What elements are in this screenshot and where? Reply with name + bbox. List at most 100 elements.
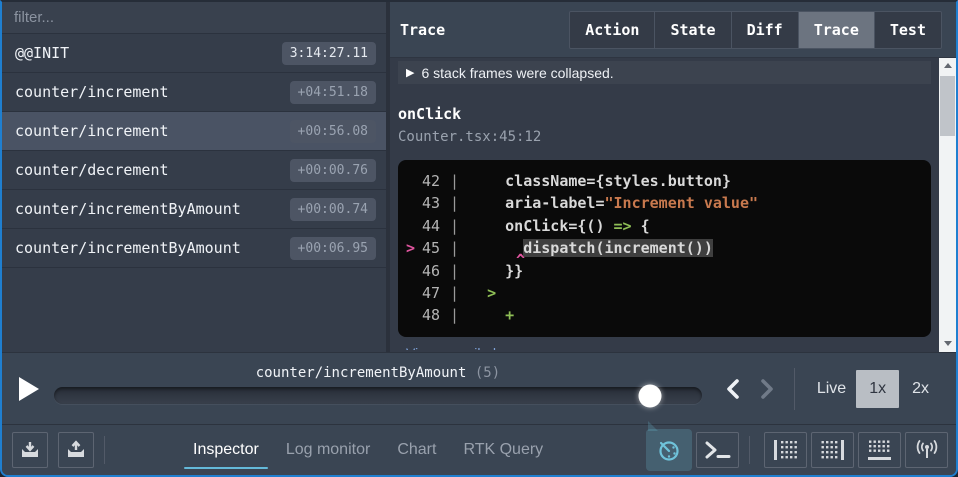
code-line-44: 44| onClick={() => { (398, 215, 931, 237)
current-line-marker: > (398, 237, 414, 259)
monitor-tab-inspector[interactable]: Inspector (193, 425, 259, 475)
code-token: aria-label= (469, 194, 604, 212)
gutter-pipe: | (450, 194, 459, 212)
export-icon (65, 440, 87, 460)
code-token: { (632, 217, 650, 235)
dock-right-button[interactable] (811, 432, 854, 468)
current-line-marker (398, 304, 414, 326)
view-compiled-link[interactable]: View compiled (406, 345, 931, 350)
code-line-47: 47| > (398, 282, 931, 304)
remote-button[interactable] (905, 432, 948, 468)
action-list-item[interactable]: counter/increment+04:51.18 (2, 73, 386, 112)
tab-diff[interactable]: Diff (732, 12, 799, 48)
terminal-icon (705, 441, 731, 459)
code-line-42: 42 | className={styles.button} (398, 170, 931, 192)
play-icon (18, 376, 40, 402)
gutter-pipe: | (450, 172, 459, 190)
import-icon (19, 440, 41, 460)
tab-trace[interactable]: Trace (799, 12, 875, 48)
line-number: 43 (414, 192, 440, 214)
speed-1x-button[interactable]: 1x (856, 370, 899, 408)
action-list-item[interactable]: counter/increment+00:56.08 (2, 112, 386, 151)
scrollbar-thumb[interactable] (940, 76, 955, 136)
code-token: > (487, 284, 496, 302)
trace-scrollbar[interactable] (939, 58, 956, 352)
line-number: 42 (414, 170, 440, 192)
stopwatch-icon (656, 437, 682, 463)
monitor-tab-log-monitor[interactable]: Log monitor (286, 425, 371, 475)
toolbar-right-icons (642, 429, 948, 471)
monitor-tab-rtk-query[interactable]: RTK Query (463, 425, 543, 475)
action-list-item[interactable]: counter/decrement +00:00.76 (2, 151, 386, 190)
current-line-marker (398, 215, 414, 237)
play-button[interactable] (18, 374, 44, 404)
scroll-down-button[interactable] (939, 335, 956, 352)
dock-bottom-button[interactable] (858, 432, 901, 468)
code-token: className={styles.button} (469, 172, 731, 190)
code-token: "Increment value" (605, 194, 759, 212)
trace-tab-group: ActionStateDiffTraceTest (569, 11, 942, 49)
toolbar-divider (749, 436, 750, 464)
action-timestamp-badge: +00:00.76 (290, 159, 376, 182)
playback-bar: counter/incrementByAmount (5) Live 1x 2x (2, 352, 956, 424)
action-list-item[interactable]: @@INIT3:14:27.11 (2, 34, 386, 73)
code-token (469, 284, 487, 302)
step-back-button[interactable] (716, 378, 750, 400)
code-token: onClick={() (469, 217, 614, 235)
redux-devtools-window: @@INIT3:14:27.11counter/increment+04:51.… (0, 0, 958, 477)
code-token (469, 306, 505, 324)
trace-body: ▶ 6 stack frames were collapsed. onClick… (390, 57, 956, 352)
step-forward-button[interactable] (750, 378, 784, 400)
action-type-label: counter/incrementByAmount (15, 200, 241, 218)
tab-state[interactable]: State (655, 12, 731, 48)
monitor-tab-chart[interactable]: Chart (397, 425, 436, 475)
collapsed-frames-text: 6 stack frames were collapsed. (421, 65, 613, 81)
action-list: @@INIT3:14:27.11counter/increment+04:51.… (2, 34, 386, 352)
filter-input[interactable] (2, 2, 386, 33)
scroll-up-arrow-icon (944, 63, 952, 68)
current-line-marker (398, 192, 414, 214)
tab-test[interactable]: Test (875, 12, 941, 48)
trace-panel: Trace ActionStateDiffTraceTest ▶ 6 stack… (390, 2, 956, 352)
line-number: 45 (414, 237, 440, 259)
bottom-toolbar: Inspector Log monitor Chart RTK Query (2, 424, 956, 475)
code-line-43: 43 | aria-label="Increment value" (398, 192, 931, 214)
current-action-name: counter/incrementByAmount (256, 365, 467, 381)
code-line-48: 48| + (398, 304, 931, 326)
code-token: => (614, 217, 632, 235)
slider-thumb[interactable] (639, 384, 662, 407)
gutter-pipe: | (450, 262, 459, 280)
action-type-label: counter/incrementByAmount (15, 239, 241, 257)
import-button[interactable] (12, 432, 48, 468)
toolbar-divider (104, 436, 105, 464)
stack-frame-location: Counter.tsx:45:12 (398, 129, 931, 145)
dock-left-icon (774, 440, 797, 460)
action-type-label: counter/decrement (15, 161, 169, 179)
tab-action[interactable]: Action (570, 12, 655, 48)
action-list-item[interactable]: counter/incrementByAmount +00:06.95 (2, 229, 386, 268)
filter-bar (2, 2, 386, 34)
action-list-item[interactable]: counter/incrementByAmount+00:00.74 (2, 190, 386, 229)
action-timestamp-badge: +04:51.18 (290, 81, 376, 104)
chevron-right-icon (759, 378, 775, 400)
recompute-stopwatch-button[interactable] (646, 429, 692, 471)
column-caret-marker: ^ (516, 249, 525, 271)
line-number: 47 (414, 282, 440, 304)
scroll-up-button[interactable] (939, 58, 956, 75)
remote-broadcast-icon (914, 439, 940, 461)
dock-left-button[interactable] (764, 432, 807, 468)
collapsed-frames-row[interactable]: ▶ 6 stack frames were collapsed. (398, 61, 931, 84)
trace-panel-header: Trace ActionStateDiffTraceTest (390, 2, 956, 57)
speed-2x-button[interactable]: 2x (899, 370, 942, 408)
action-timestamp-badge: +00:06.95 (290, 237, 376, 260)
playback-divider (794, 368, 795, 410)
action-type-label: @@INIT (15, 44, 69, 62)
code-snippet-block: 42 | className={styles.button} 43 | aria-l… (398, 160, 931, 337)
gutter-pipe: | (450, 306, 459, 324)
playback-slider[interactable] (54, 387, 702, 404)
live-button[interactable]: Live (817, 380, 846, 398)
export-button[interactable] (58, 432, 94, 468)
dispatcher-button[interactable] (696, 432, 739, 468)
monitor-tabs: Inspector Log monitor Chart RTK Query (193, 425, 543, 475)
code-token: dispatch(increment()) (523, 239, 713, 257)
